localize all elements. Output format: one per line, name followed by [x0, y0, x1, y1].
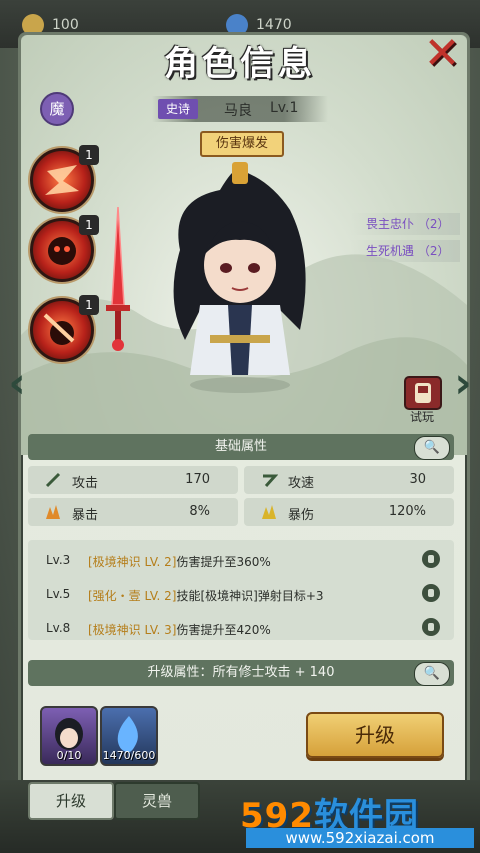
chevron-right-icon: ›: [454, 358, 472, 407]
stat-crit: 暴击 8%: [28, 498, 238, 526]
spirit-essence-item[interactable]: 1470/600: [100, 706, 158, 766]
skill-count: 1: [79, 145, 99, 165]
skill-slot-2[interactable]: 1: [30, 215, 99, 282]
watermark: 592软件园 www.592xiazai.com: [240, 788, 478, 850]
search-icon: 🔍: [423, 440, 441, 455]
next-hero-button[interactable]: ›: [450, 362, 476, 404]
passive-list[interactable]: Lv.3 [极境神识 LV. 2]伤害提升至360% Lv.5 [强化・壹 LV…: [28, 540, 454, 640]
tab-upgrade[interactable]: 升级: [28, 782, 114, 820]
game-console-icon: [415, 383, 431, 403]
upgrade-button[interactable]: 升级: [306, 712, 444, 758]
lock-icon: [422, 550, 440, 568]
base-attributes-header: 基础属性 🔍: [28, 434, 454, 460]
hero-shard-item[interactable]: 0/10: [40, 706, 98, 766]
hero-name: 马良: [224, 103, 252, 119]
tab-spirit-beast[interactable]: 灵兽: [114, 782, 200, 820]
crit-icon: [46, 505, 60, 519]
skill-slot-1[interactable]: 1: [30, 145, 99, 212]
list-item: Lv.5 [强化・壹 LV. 2]技能[极境神识]弹射目标+3: [28, 578, 454, 608]
upgrade-attribute-bar: 升级属性：所有修士攻击 + 140 🔍: [28, 660, 454, 686]
rarity-badge: 史诗: [158, 99, 198, 119]
faction-badge[interactable]: 魔: [40, 92, 74, 126]
search-icon: 🔍: [423, 666, 441, 681]
list-item: Lv.8 [极境神识 LV. 3]伤害提升至420%: [28, 612, 454, 640]
weapon-sword-icon[interactable]: [100, 205, 136, 355]
crit-damage-icon: [262, 505, 276, 519]
stat-crit-damage: 暴伤 120%: [244, 498, 454, 526]
lock-icon: [422, 584, 440, 602]
trait-1[interactable]: 畏主忠仆 （2）: [350, 213, 460, 235]
trait-2[interactable]: 生死机遇 （2）: [350, 240, 460, 262]
hero-level: Lv.1: [270, 100, 299, 116]
lock-icon: [422, 618, 440, 636]
page-title: 角色信息: [164, 44, 316, 84]
stat-attack-speed: 攻速 30: [244, 466, 454, 494]
speed-icon: [263, 474, 278, 488]
stat-attack: 攻击 170: [28, 466, 238, 494]
close-button[interactable]: ✕: [422, 32, 462, 76]
close-icon: ✕: [423, 28, 461, 79]
skill-count: 1: [79, 215, 99, 235]
chevron-left-icon: ‹: [8, 358, 26, 407]
sword-icon: [45, 472, 61, 488]
list-item: Lv.3 [极境神识 LV. 2]伤害提升至360%: [28, 544, 454, 574]
hero-portrait: [173, 162, 306, 393]
prev-hero-button[interactable]: ‹: [4, 362, 30, 404]
trial-button[interactable]: [404, 376, 442, 410]
trial-label: 试玩: [409, 410, 434, 424]
skill-count: 1: [79, 295, 99, 315]
role-tag: 伤害爆发: [200, 131, 284, 157]
attributes-detail-button[interactable]: 🔍: [414, 436, 450, 460]
skill-slot-3[interactable]: 1: [30, 295, 99, 362]
upgrade-detail-button[interactable]: 🔍: [414, 662, 450, 686]
